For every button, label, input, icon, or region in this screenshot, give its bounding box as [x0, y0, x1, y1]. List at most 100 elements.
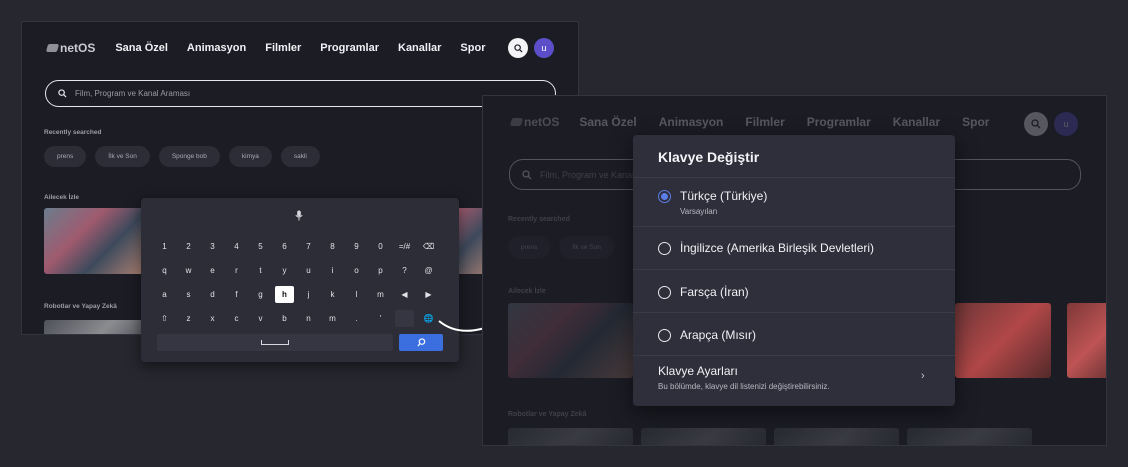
header: netOS Sana Özel Animasyon Filmler Progra… — [22, 22, 578, 74]
microphone-icon[interactable] — [295, 210, 303, 221]
keyboard-key[interactable]: 9 — [347, 238, 366, 255]
search-button — [1024, 112, 1048, 136]
keyboard-settings-title[interactable]: Klavye Ayarları — [658, 364, 738, 378]
space-key[interactable] — [157, 334, 393, 351]
keyboard-key[interactable]: n — [299, 310, 318, 327]
keyboard-key[interactable]: y — [275, 262, 294, 279]
keyboard-key[interactable]: ⌫ — [419, 238, 438, 255]
recent-chip[interactable]: Sponge bob — [158, 146, 220, 167]
keyboard-key[interactable]: ? — [395, 262, 414, 279]
content-thumbnail[interactable] — [44, 320, 154, 334]
content-thumbnail — [508, 428, 633, 445]
logo-icon — [509, 118, 524, 126]
nav-item-sana-ozel[interactable]: Sana Özel — [115, 42, 168, 54]
keyboard-key[interactable]: m — [323, 310, 342, 327]
keyboard-key[interactable]: ▶ — [419, 286, 438, 303]
robots-section-title: Robotlar ve Yapay Zekâ — [508, 411, 587, 418]
keyboard-key[interactable]: u — [299, 262, 318, 279]
recent-chip: prens — [508, 236, 551, 259]
content-thumbnail — [1067, 303, 1106, 378]
language-option-arabic[interactable]: Arapça (Mısır) — [658, 329, 756, 342]
keyboard-key[interactable]: 3 — [203, 238, 222, 255]
language-option-persian[interactable]: Farsça (İran) — [658, 286, 749, 299]
keyboard-key[interactable]: l — [347, 286, 366, 303]
chevron-right-icon[interactable]: › — [921, 370, 925, 382]
content-thumbnail — [907, 428, 1032, 445]
keyboard-key[interactable]: s — [179, 286, 198, 303]
divider — [633, 312, 955, 313]
keyboard-key[interactable]: g — [251, 286, 270, 303]
keyboard-key[interactable]: 4 — [227, 238, 246, 255]
search-input[interactable] — [75, 89, 475, 98]
keyboard-row: q w e r t y u i o p? @ — [155, 262, 438, 279]
keyboard-key[interactable]: 8 — [323, 238, 342, 255]
keyboard-key[interactable]: =/# — [395, 238, 414, 255]
keyboard-key[interactable]: f — [227, 286, 246, 303]
nav-item-spor[interactable]: Spor — [460, 42, 485, 54]
dialog-title: Klavye Değiştir — [658, 149, 760, 165]
search-icon — [513, 43, 523, 53]
language-option-turkish[interactable]: Türkçe (Türkiye) Varsayılan — [658, 190, 767, 216]
robots-row — [508, 428, 1032, 445]
nav-item-spor: Spor — [962, 115, 990, 129]
keyboard-key[interactable]: ' — [371, 310, 390, 327]
keyboard-key[interactable]: ⇧ — [155, 310, 174, 327]
keyboard-key[interactable]: r — [227, 262, 246, 279]
keyboard-key[interactable]: 7 — [299, 238, 318, 255]
logo[interactable]: netOS — [45, 41, 95, 55]
keyboard-key[interactable]: ◀ — [395, 286, 414, 303]
keyboard-key[interactable]: o — [347, 262, 366, 279]
keyboard-key[interactable]: p — [371, 262, 390, 279]
keyboard-key[interactable]: z — [179, 310, 198, 327]
keyboard-key[interactable]: q — [155, 262, 174, 279]
nav-item-kanallar[interactable]: Kanallar — [398, 42, 441, 54]
avatar: u — [1054, 112, 1078, 136]
keyboard-settings-description: Bu bölümde, klavye dil listenizi değişti… — [658, 382, 830, 391]
keyboard-key[interactable]: v — [251, 310, 270, 327]
keyboard-key[interactable]: b — [275, 310, 294, 327]
keyboard-key[interactable]: a — [155, 286, 174, 303]
logo-icon — [45, 44, 60, 52]
recent-chip[interactable]: prens — [44, 146, 87, 167]
keyboard-key[interactable]: w — [179, 262, 198, 279]
keyboard-key[interactable]: j — [299, 286, 318, 303]
nav-item-filmler[interactable]: Filmler — [265, 42, 301, 54]
recent-chip[interactable]: kimya — [228, 146, 272, 167]
keyboard-key[interactable]: d — [203, 286, 222, 303]
keyboard-key[interactable]: 1 — [155, 238, 174, 255]
nav-item-programlar[interactable]: Programlar — [320, 42, 379, 54]
keyboard-row: ⇧ z x c v b n m. ' 🌐 — [155, 310, 438, 327]
avatar[interactable]: u — [534, 38, 554, 58]
content-thumbnail — [641, 428, 766, 445]
keyboard-key[interactable]: t — [251, 262, 270, 279]
content-thumbnail — [774, 428, 899, 445]
keyboard-key[interactable]: h — [275, 286, 294, 303]
search-bar[interactable] — [45, 80, 556, 107]
nav-item-kanallar: Kanallar — [892, 115, 941, 129]
nav-item-sana-ozel: Sana Özel — [579, 115, 637, 129]
recent-chips: prens İlk ve Son Sponge bob kimya sakli — [44, 146, 320, 167]
recent-chip[interactable]: İlk ve Son — [95, 146, 150, 167]
keyboard-key[interactable]: e — [203, 262, 222, 279]
keyboard-key[interactable]: 2 — [179, 238, 198, 255]
search-button[interactable] — [508, 38, 528, 58]
content-thumbnail[interactable] — [44, 208, 154, 274]
keyboard-key[interactable]: . — [347, 310, 366, 327]
divider — [633, 269, 955, 270]
keyboard-key[interactable]: c — [227, 310, 246, 327]
keyboard-key[interactable]: x — [203, 310, 222, 327]
keyboard-key[interactable]: k — [323, 286, 342, 303]
keyboard-key[interactable] — [395, 310, 414, 327]
keyboard-key[interactable]: m — [371, 286, 390, 303]
keyboard-key[interactable]: 5 — [251, 238, 270, 255]
keyboard-key[interactable]: 6 — [275, 238, 294, 255]
keyboard-key[interactable]: 0 — [371, 238, 390, 255]
language-option-english[interactable]: İngilizce (Amerika Birleşik Devletleri) — [658, 242, 874, 255]
nav-item-animasyon: Animasyon — [658, 115, 724, 129]
recent-chip[interactable]: sakli — [280, 146, 320, 167]
keyboard-key[interactable]: @ — [419, 262, 438, 279]
nav-item-animasyon[interactable]: Animasyon — [187, 42, 246, 54]
recent-chips: prens İlk ve Son — [508, 236, 614, 259]
nav-item-filmler: Filmler — [745, 115, 785, 129]
keyboard-key[interactable]: i — [323, 262, 342, 279]
